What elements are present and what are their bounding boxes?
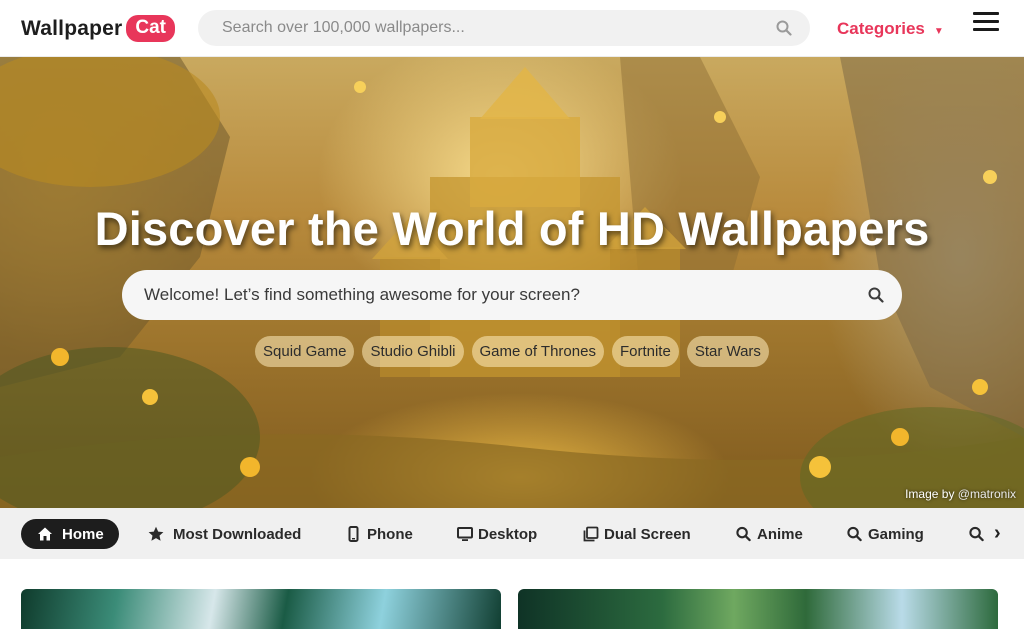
category-nav-bar: Home Most Downloaded Phone Desktop Dual … (0, 508, 1024, 559)
nav-item-most-downloaded[interactable]: Most Downloaded (148, 519, 301, 549)
nav-item-home[interactable]: Home (21, 519, 119, 549)
tag-squid-game[interactable]: Squid Game (255, 336, 355, 367)
credit-author-link[interactable]: @matronix (958, 487, 1016, 501)
search-icon[interactable] (868, 287, 884, 303)
nav-label: Gaming (868, 525, 924, 543)
nav-item-gaming[interactable]: Gaming (847, 519, 924, 549)
categories-dropdown[interactable]: Categories ▼ (837, 19, 944, 39)
hero-banner: Discover the World of HD Wallpapers Squi… (0, 57, 1024, 508)
logo-text: Wallpaper (21, 16, 123, 40)
nav-label: Home (62, 525, 104, 543)
tag-game-of-thrones[interactable]: Game of Thrones (471, 336, 604, 367)
search-icon (969, 526, 984, 542)
search-icon (736, 526, 751, 542)
nav-item-phone[interactable]: Phone (348, 519, 413, 549)
credit-prefix: Image by (905, 487, 955, 501)
home-icon (38, 527, 52, 541)
desktop-icon (457, 527, 473, 541)
dual-screen-icon (583, 526, 599, 542)
nav-label: Dual Screen (604, 525, 691, 543)
popular-tags: Squid Game Studio Ghibli Game of Thrones… (0, 336, 1024, 367)
chevron-right-icon[interactable]: › (994, 522, 1001, 545)
star-icon (148, 526, 164, 541)
wallpaper-thumbnail[interactable] (21, 589, 501, 629)
hero-search-bar (122, 270, 902, 320)
nav-label: Anime (757, 525, 803, 543)
header-search-input[interactable] (198, 10, 758, 46)
wallpaper-thumbnail[interactable] (518, 589, 998, 629)
tag-studio-ghibli[interactable]: Studio Ghibli (362, 336, 464, 367)
logo-badge: Cat (126, 15, 176, 42)
chevron-down-icon: ▼ (933, 25, 944, 37)
categories-label: Categories (837, 19, 925, 38)
search-icon (847, 526, 862, 542)
site-logo[interactable]: Wallpaper Cat (21, 15, 176, 42)
nav-item-dual-screen[interactable]: Dual Screen (583, 519, 691, 549)
hero-title: Discover the World of HD Wallpapers (94, 202, 930, 255)
nav-label: Phone (367, 525, 413, 543)
header-search-bar (198, 10, 810, 46)
nav-item-anime[interactable]: Anime (736, 519, 803, 549)
tag-star-wars[interactable]: Star Wars (686, 336, 769, 367)
nav-label: Desktop (478, 525, 538, 543)
tag-fortnite[interactable]: Fortnite (611, 336, 679, 367)
search-icon[interactable] (776, 20, 792, 36)
phone-icon (348, 526, 359, 542)
site-header: Wallpaper Cat Categories ▼ (0, 0, 1024, 57)
hamburger-menu-icon[interactable] (973, 12, 999, 34)
nav-label: Most Downloaded (173, 525, 302, 543)
hero-search-input[interactable] (122, 270, 842, 320)
image-credit: Image by @matronix (905, 487, 1016, 501)
nav-item-desktop[interactable]: Desktop (457, 519, 537, 549)
nav-item-more[interactable] (969, 519, 984, 549)
